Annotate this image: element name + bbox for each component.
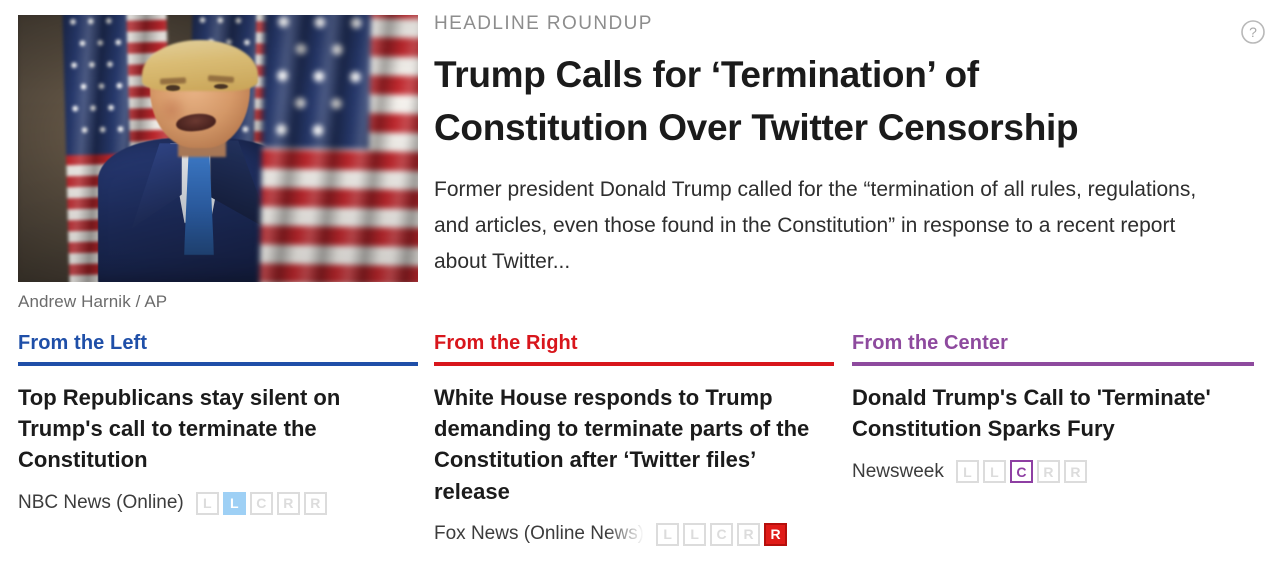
bias-box-r2-active[interactable]: R bbox=[764, 522, 788, 546]
bias-box-r1[interactable]: R bbox=[737, 522, 761, 546]
bias-box-r1[interactable]: R bbox=[276, 491, 300, 515]
column-rule-right bbox=[434, 362, 834, 366]
source-name-right[interactable]: Fox News (Online News) bbox=[434, 523, 644, 545]
bias-box-l1[interactable]: L bbox=[195, 491, 219, 515]
bias-box-l2[interactable]: L bbox=[982, 460, 1006, 484]
source-row-center: Newsweek L L C R R bbox=[852, 460, 1254, 484]
article-text-column: HEADLINE ROUNDUP Trump Calls for ‘Termin… bbox=[434, 13, 1280, 280]
bias-box-r2[interactable]: R bbox=[1063, 460, 1087, 484]
bias-box-c[interactable]: C bbox=[249, 491, 273, 515]
source-row-right: Fox News (Online News) L L C R R bbox=[434, 522, 834, 546]
article-photo-column: Andrew Harnik / AP bbox=[18, 15, 418, 312]
source-row-left: NBC News (Online) L L C R R bbox=[18, 491, 418, 515]
bias-meter-center[interactable]: L L C R R bbox=[955, 460, 1087, 484]
story-title-center[interactable]: Donald Trump's Call to 'Terminate' Const… bbox=[852, 382, 1254, 444]
column-rule-left bbox=[18, 362, 418, 366]
bias-box-l1[interactable]: L bbox=[955, 460, 979, 484]
column-from-the-right: From the Right White House responds to T… bbox=[434, 332, 834, 546]
article-header-region: Andrew Harnik / AP HEADLINE ROUNDUP Trum… bbox=[0, 0, 1280, 312]
article-summary: Former president Donald Trump called for… bbox=[434, 178, 1197, 274]
photo-credit: Andrew Harnik / AP bbox=[18, 292, 168, 311]
page-title[interactable]: Trump Calls for ‘Termination’ of Constit… bbox=[434, 49, 1174, 154]
column-heading-left: From the Left bbox=[18, 332, 148, 354]
column-from-the-left: From the Left Top Republicans stay silen… bbox=[18, 332, 418, 546]
column-rule-center bbox=[852, 362, 1254, 366]
column-heading-center: From the Center bbox=[852, 332, 1008, 354]
bias-box-c-active[interactable]: C bbox=[1009, 460, 1033, 484]
bias-box-r1[interactable]: R bbox=[1036, 460, 1060, 484]
bias-box-l2-active[interactable]: L bbox=[222, 491, 246, 515]
source-name-left[interactable]: NBC News (Online) bbox=[18, 492, 184, 514]
bias-box-l1[interactable]: L bbox=[656, 522, 680, 546]
article-photo[interactable] bbox=[18, 15, 418, 282]
bias-columns: From the Left Top Republicans stay silen… bbox=[0, 332, 1280, 546]
bias-box-r2[interactable]: R bbox=[303, 491, 327, 515]
svg-text:?: ? bbox=[1249, 24, 1257, 40]
story-title-right[interactable]: White House responds to Trump demanding … bbox=[434, 382, 834, 507]
question-circle-icon[interactable]: ? bbox=[1240, 19, 1266, 45]
headline-roundup-page: Andrew Harnik / AP HEADLINE ROUNDUP Trum… bbox=[0, 0, 1280, 575]
column-from-the-center: From the Center Donald Trump's Call to '… bbox=[852, 332, 1254, 546]
bias-box-l2[interactable]: L bbox=[683, 522, 707, 546]
photo-vignette bbox=[18, 15, 418, 282]
source-name-center[interactable]: Newsweek bbox=[852, 461, 944, 483]
bias-meter-left[interactable]: L L C R R bbox=[195, 491, 327, 515]
bias-box-c[interactable]: C bbox=[710, 522, 734, 546]
story-title-left[interactable]: Top Republicans stay silent on Trump's c… bbox=[18, 382, 418, 476]
column-heading-right: From the Right bbox=[434, 332, 578, 354]
kicker-label: HEADLINE ROUNDUP bbox=[434, 13, 653, 34]
bias-meter-right[interactable]: L L C R R bbox=[656, 522, 788, 546]
